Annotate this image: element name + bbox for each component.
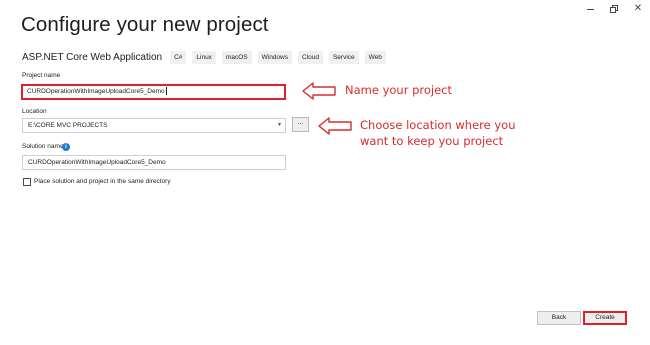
restore-icon-back bbox=[610, 7, 616, 13]
back-button[interactable]: Back bbox=[537, 311, 581, 325]
same-directory-label: Place solution and project in the same d… bbox=[34, 178, 171, 185]
create-button[interactable]: Create bbox=[583, 311, 627, 325]
project-name-input[interactable]: CURDOperationWithImageUploadCore5_Demo bbox=[21, 84, 286, 100]
location-value: E:\CORE MVC PROJECTS bbox=[28, 122, 108, 129]
tag-platform-macos: macOS bbox=[221, 51, 252, 64]
minimize-button[interactable] bbox=[578, 0, 602, 16]
close-button[interactable]: ✕ bbox=[626, 0, 650, 16]
solution-name-value: CURDOperationWithImageUploadCore5_Demo bbox=[28, 159, 166, 166]
annotation-arrow-location bbox=[318, 117, 352, 135]
same-directory-checkbox[interactable] bbox=[23, 178, 31, 186]
template-info: ASP.NET Core Web Application C# Linux ma… bbox=[22, 51, 392, 64]
solution-name-label: Solution name bbox=[22, 143, 64, 150]
annotation-arrow-name bbox=[302, 82, 336, 100]
template-name: ASP.NET Core Web Application bbox=[22, 52, 163, 63]
window-controls: ✕ bbox=[578, 0, 650, 16]
close-icon: ✕ bbox=[633, 2, 643, 14]
browse-location-button[interactable]: ... bbox=[292, 117, 309, 132]
annotation-name-hint: Name your project bbox=[345, 83, 453, 97]
tag-service: Service bbox=[328, 51, 359, 64]
page-title: Configure your new project bbox=[21, 13, 269, 36]
info-icon[interactable]: i bbox=[62, 143, 70, 151]
project-name-label: Project name bbox=[22, 72, 61, 79]
restore-button[interactable] bbox=[602, 0, 626, 16]
chevron-down-icon: ▾ bbox=[277, 122, 281, 128]
project-name-value: CURDOperationWithImageUploadCore5_Demo bbox=[27, 88, 165, 95]
annotation-location-hint-line1: Choose location where you bbox=[360, 118, 516, 132]
text-caret bbox=[165, 87, 167, 96]
tag-language: C# bbox=[170, 51, 187, 64]
annotation-location-hint-line2: want to keep you project bbox=[360, 134, 504, 148]
location-dropdown[interactable]: E:\CORE MVC PROJECTS ▾ bbox=[22, 118, 286, 133]
tag-platform-linux: Linux bbox=[192, 51, 216, 64]
tag-platform-windows: Windows bbox=[257, 51, 292, 64]
tag-cloud: Cloud bbox=[297, 51, 323, 64]
tag-web: Web bbox=[364, 51, 386, 64]
location-label: Location bbox=[22, 108, 47, 115]
minimize-icon bbox=[586, 8, 594, 10]
solution-name-input[interactable]: CURDOperationWithImageUploadCore5_Demo bbox=[22, 155, 286, 170]
